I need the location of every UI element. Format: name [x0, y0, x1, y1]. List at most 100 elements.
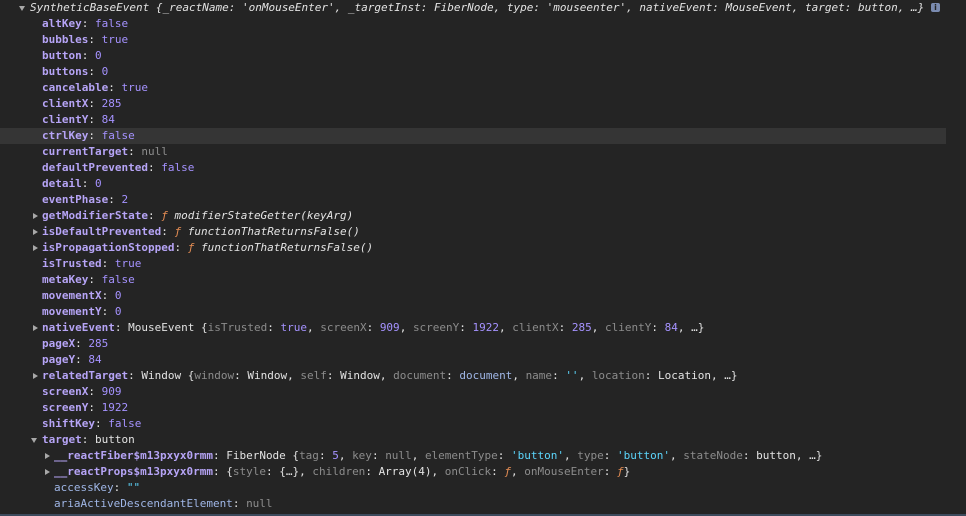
prop-row-buttons: buttons: 0: [42, 65, 109, 78]
prop-row-target[interactable]: target: button: [0, 432, 966, 448]
prop-row-bubbles: bubbles: true: [42, 33, 129, 46]
prop-value: 0: [101, 65, 109, 78]
prop-key: bubbles: [42, 33, 89, 46]
expand-triangle-icon[interactable]: [33, 229, 38, 235]
prop-value: false: [161, 161, 195, 174]
prop-key: eventPhase: [42, 193, 109, 206]
object-header-preview[interactable]: SyntheticBaseEvent {_reactName: 'onMouse…: [30, 0, 924, 16]
prop-key: screenY: [42, 401, 89, 414]
expand-triangle-icon[interactable]: [33, 325, 38, 331]
preview-key: nativeEvent: [639, 1, 713, 14]
prop-class: MouseEvent: [128, 321, 195, 334]
prop-key: target: [42, 433, 82, 446]
preview-value: Array(4): [378, 465, 432, 478]
prop-value: 0: [114, 289, 122, 302]
object-tree: SyntheticBaseEvent {_reactName: 'onMouse…: [0, 0, 966, 512]
preview-value: 84: [664, 321, 678, 334]
expand-triangle-icon[interactable]: [31, 438, 37, 443]
prop-row-reactProps[interactable]: __reactProps$m13pxyx0rmm: {style: {…}, c…: [0, 464, 966, 480]
preview-value: 285: [571, 321, 592, 334]
preview-value: null: [385, 449, 412, 462]
prop-row-shiftKey: shiftKey: false: [42, 417, 142, 430]
preview-key: style: [232, 465, 266, 478]
prop-row-reactFiber[interactable]: __reactFiber$m13pxyx0rmm: FiberNode {tag…: [0, 448, 966, 464]
expand-triangle-icon[interactable]: [45, 469, 50, 475]
prop-line: nativeEvent: MouseEvent {isTrusted: true…: [42, 321, 705, 334]
object-header-row[interactable]: SyntheticBaseEvent {_reactName: 'onMouse…: [0, 0, 966, 16]
preview-key: type: [506, 1, 534, 14]
preview-ellipsis: , …}: [711, 369, 738, 382]
expand-triangle-icon[interactable]: [45, 453, 50, 459]
preview-value: 'button': [511, 449, 565, 462]
preview-key: _reactName: [162, 1, 229, 14]
prop-key: isTrusted: [42, 257, 102, 270]
devtools-console: SyntheticBaseEvent {_reactName: 'onMouse…: [0, 0, 966, 516]
prop-key: altKey: [42, 17, 82, 30]
prop-key: movementY: [42, 305, 102, 318]
prop-class: Window: [141, 369, 182, 382]
preview-ellipsis: }: [623, 465, 631, 478]
preview-value: 'onMouseEnter': [241, 1, 335, 14]
prop-row-pageY: pageY: 84: [42, 353, 102, 366]
preview-key: key: [352, 449, 372, 462]
preview-key: name: [525, 369, 553, 382]
expand-triangle-icon[interactable]: [33, 245, 38, 251]
preview-value: '': [565, 369, 579, 382]
prop-value: 909: [101, 385, 122, 398]
prop-row-screenY: screenY: 1922: [42, 401, 129, 414]
prop-row-ctrlKey[interactable]: ctrlKey: false: [0, 128, 946, 144]
prop-value: 1922: [101, 401, 129, 414]
prop-row-clientX: clientX: 285: [42, 97, 122, 110]
prop-row-eventPhase: eventPhase: 2: [42, 193, 129, 206]
prop-key: clientY: [42, 113, 89, 126]
preview-value: FiberNode: [434, 1, 494, 14]
prop-row-relatedTarget[interactable]: relatedTarget: Window {window: Window, s…: [0, 368, 966, 384]
preview-value: button: [756, 449, 796, 462]
prop-value: functionThatReturnsFalse(): [200, 241, 374, 254]
prop-row-metaKey: metaKey: false: [42, 273, 135, 286]
preview-value: Window: [340, 369, 380, 382]
preview-key: stateNode: [683, 449, 743, 462]
prop-key: __reactProps$m13pxyx0rmm: [54, 465, 213, 478]
prop-key: defaultPrevented: [42, 161, 148, 174]
prop-value: 0: [95, 49, 102, 62]
prop-value: 0: [114, 305, 122, 318]
prop-key: currentTarget: [42, 145, 129, 158]
expand-triangle-icon[interactable]: [33, 213, 38, 219]
prop-key: nativeEvent: [42, 321, 115, 334]
prop-row-isPropagationStopped[interactable]: isPropagationStopped: ƒ functionThatRetu…: [0, 240, 966, 256]
preview-key: window: [194, 369, 235, 382]
preview-key: elementType: [424, 449, 498, 462]
prop-row-isTrusted: isTrusted: true: [42, 257, 142, 270]
prop-row-getModifierState[interactable]: getModifierState: ƒ modifierStateGetter(…: [0, 208, 966, 224]
preview-ellipsis: , …}: [677, 321, 705, 334]
prop-row-ariaActiveDescendantElement: ariaActiveDescendantElement: null: [54, 497, 273, 510]
prop-value: 84: [101, 113, 115, 126]
preview-key: screenY: [412, 321, 460, 334]
info-icon[interactable]: i: [931, 3, 940, 12]
preview-value: ƒ: [617, 465, 624, 478]
prop-value: true: [114, 257, 142, 270]
preview-value: 1922: [472, 321, 500, 334]
prop-row-screenX: screenX: 909: [42, 385, 122, 398]
prop-row-button: button: 0: [42, 49, 102, 62]
prop-key: movementX: [42, 289, 102, 302]
prop-row-currentTarget: currentTarget: null: [42, 145, 168, 158]
prop-row-nativeEvent[interactable]: nativeEvent: MouseEvent {isTrusted: true…: [0, 320, 966, 336]
expand-triangle-icon[interactable]: [19, 6, 25, 11]
prop-row-pageX: pageX: 285: [42, 337, 109, 350]
prop-key: accessKey: [54, 481, 114, 494]
expand-triangle-icon[interactable]: [33, 373, 38, 379]
prop-value: false: [108, 417, 142, 430]
prop-row-clientY: clientY: 84: [42, 113, 115, 126]
prop-row-isDefaultPrevented[interactable]: isDefaultPrevented: ƒ functionThatReturn…: [0, 224, 966, 240]
prop-key: pageX: [42, 337, 76, 350]
preview-key: location: [591, 369, 645, 382]
prop-key: button: [42, 49, 82, 62]
preview-key: tag: [299, 449, 319, 462]
prop-value: false: [101, 273, 135, 286]
preview-value: button: [857, 1, 898, 14]
preview-value: Location: [658, 369, 712, 382]
prop-value: modifierStateGetter(keyArg): [174, 209, 354, 222]
prop-row-movementX: movementX: 0: [42, 289, 122, 302]
